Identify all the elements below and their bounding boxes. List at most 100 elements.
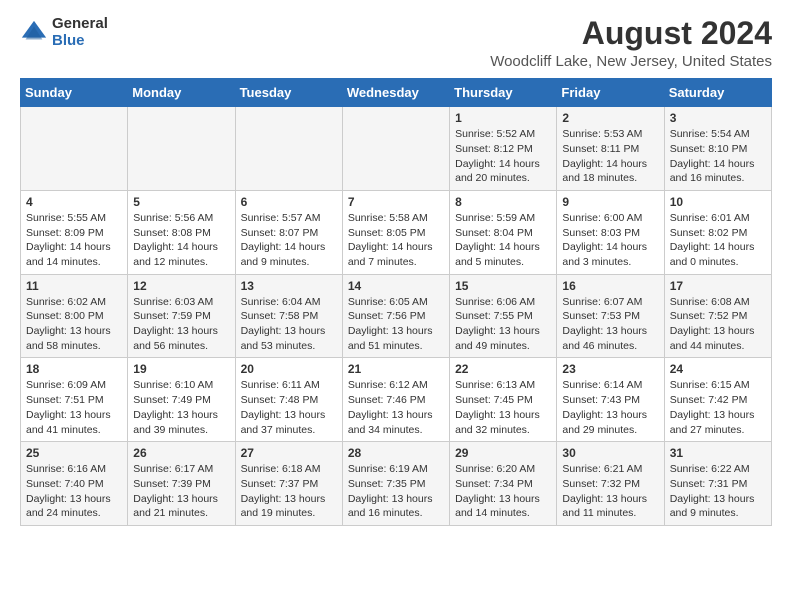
calendar-cell-2-6: 17Sunrise: 6:08 AM Sunset: 7:52 PM Dayli… xyxy=(664,274,771,358)
cell-content: Sunrise: 6:19 AM Sunset: 7:35 PM Dayligh… xyxy=(348,462,444,521)
calendar-cell-3-5: 23 Sunrise: 6:14 AM Sunset: 7:43 PM Dayli… xyxy=(557,358,664,442)
calendar-cell-1-5: 9Sunrise: 6:00 AM Sunset: 8:03 PM Daylig… xyxy=(557,190,664,274)
calendar-cell-0-3 xyxy=(342,107,449,191)
day-number: 20 xyxy=(241,362,337,376)
calendar-cell-0-4: 1 Sunrise: 5:52 AM Sunset: 8:12 PM Daylig… xyxy=(450,107,557,191)
day-number: 24 xyxy=(670,362,766,376)
day-number: 17 xyxy=(670,279,766,293)
cell-content: Sunrise: 5:57 AM Sunset: 8:07 PM Dayligh… xyxy=(241,211,337,270)
day-number: 15 xyxy=(455,279,551,293)
logo-icon xyxy=(20,19,48,47)
logo-text: General Blue xyxy=(52,16,108,49)
calendar-cell-0-2 xyxy=(235,107,342,191)
calendar-cell-0-1 xyxy=(128,107,235,191)
calendar-cell-3-4: 22 Sunrise: 6:13 AM Sunset: 7:45 PM Dayli… xyxy=(450,358,557,442)
cell-content: Sunrise: 6:09 AM Sunset: 7:51 PM Dayligh… xyxy=(26,378,122,437)
cell-content: Sunrise: 6:14 AM Sunset: 7:43 PM Dayligh… xyxy=(562,378,658,437)
cell-content: Sunrise: 5:55 AM Sunset: 8:09 PM Dayligh… xyxy=(26,211,122,270)
cell-content: Sunrise: 5:59 AM Sunset: 8:04 PM Dayligh… xyxy=(455,211,551,270)
calendar-cell-2-3: 14Sunrise: 6:05 AM Sunset: 7:56 PM Dayli… xyxy=(342,274,449,358)
calendar-cell-4-6: 31Sunrise: 6:22 AM Sunset: 7:31 PM Dayli… xyxy=(664,442,771,526)
calendar-cell-0-0 xyxy=(21,107,128,191)
cell-content: Sunrise: 6:03 AM Sunset: 7:59 PM Dayligh… xyxy=(133,295,229,354)
calendar-cell-1-0: 4 Sunrise: 5:55 AM Sunset: 8:09 PM Daylig… xyxy=(21,190,128,274)
calendar-cell-2-5: 16Sunrise: 6:07 AM Sunset: 7:53 PM Dayli… xyxy=(557,274,664,358)
cell-content: Sunrise: 6:11 AM Sunset: 7:48 PM Dayligh… xyxy=(241,378,337,437)
day-number: 12 xyxy=(133,279,229,293)
day-number: 21 xyxy=(348,362,444,376)
weekday-tuesday: Tuesday xyxy=(235,79,342,107)
day-number: 10 xyxy=(670,195,766,209)
calendar-cell-4-0: 25 Sunrise: 6:16 AM Sunset: 7:40 PM Dayli… xyxy=(21,442,128,526)
cell-content: Sunrise: 5:58 AM Sunset: 8:05 PM Dayligh… xyxy=(348,211,444,270)
weekday-monday: Monday xyxy=(128,79,235,107)
calendar-cell-0-6: 3 Sunrise: 5:54 AM Sunset: 8:10 PM Daylig… xyxy=(664,107,771,191)
calendar-cell-2-2: 13Sunrise: 6:04 AM Sunset: 7:58 PM Dayli… xyxy=(235,274,342,358)
logo-blue: Blue xyxy=(52,33,108,50)
cell-content: Sunrise: 6:15 AM Sunset: 7:42 PM Dayligh… xyxy=(670,378,766,437)
weekday-friday: Friday xyxy=(557,79,664,107)
cell-content: Sunrise: 6:20 AM Sunset: 7:34 PM Dayligh… xyxy=(455,462,551,521)
calendar-cell-4-1: 26 Sunrise: 6:17 AM Sunset: 7:39 PM Dayli… xyxy=(128,442,235,526)
calendar-table: SundayMondayTuesdayWednesdayThursdayFrid… xyxy=(20,78,772,526)
cell-content: Sunrise: 5:53 AM Sunset: 8:11 PM Dayligh… xyxy=(562,127,658,186)
day-number: 4 xyxy=(26,195,122,209)
day-number: 28 xyxy=(348,446,444,460)
weekday-wednesday: Wednesday xyxy=(342,79,449,107)
day-number: 13 xyxy=(241,279,337,293)
day-number: 26 xyxy=(133,446,229,460)
day-number: 1 xyxy=(455,111,551,125)
day-number: 23 xyxy=(562,362,658,376)
week-row-1: 1 Sunrise: 5:52 AM Sunset: 8:12 PM Daylig… xyxy=(21,107,772,191)
calendar-cell-4-5: 30 Sunrise: 6:21 AM Sunset: 7:32 PM Dayli… xyxy=(557,442,664,526)
cell-content: Sunrise: 6:07 AM Sunset: 7:53 PM Dayligh… xyxy=(562,295,658,354)
calendar-cell-1-2: 6 Sunrise: 5:57 AM Sunset: 8:07 PM Daylig… xyxy=(235,190,342,274)
calendar-cell-1-4: 8 Sunrise: 5:59 AM Sunset: 8:04 PM Daylig… xyxy=(450,190,557,274)
cell-content: Sunrise: 6:10 AM Sunset: 7:49 PM Dayligh… xyxy=(133,378,229,437)
day-number: 30 xyxy=(562,446,658,460)
calendar-header: SundayMondayTuesdayWednesdayThursdayFrid… xyxy=(21,79,772,107)
day-number: 7 xyxy=(348,195,444,209)
cell-content: Sunrise: 6:13 AM Sunset: 7:45 PM Dayligh… xyxy=(455,378,551,437)
cell-content: Sunrise: 6:02 AM Sunset: 8:00 PM Dayligh… xyxy=(26,295,122,354)
calendar-cell-4-3: 28 Sunrise: 6:19 AM Sunset: 7:35 PM Dayli… xyxy=(342,442,449,526)
weekday-sunday: Sunday xyxy=(21,79,128,107)
day-number: 18 xyxy=(26,362,122,376)
calendar-cell-1-3: 7 Sunrise: 5:58 AM Sunset: 8:05 PM Daylig… xyxy=(342,190,449,274)
week-row-3: 11 Sunrise: 6:02 AM Sunset: 8:00 PM Dayli… xyxy=(21,274,772,358)
day-number: 19 xyxy=(133,362,229,376)
calendar-cell-2-1: 12 Sunrise: 6:03 AM Sunset: 7:59 PM Dayli… xyxy=(128,274,235,358)
day-number: 6 xyxy=(241,195,337,209)
calendar-cell-3-6: 24 Sunrise: 6:15 AM Sunset: 7:42 PM Dayli… xyxy=(664,358,771,442)
day-number: 25 xyxy=(26,446,122,460)
day-number: 11 xyxy=(26,279,122,293)
cell-content: Sunrise: 5:56 AM Sunset: 8:08 PM Dayligh… xyxy=(133,211,229,270)
week-row-2: 4 Sunrise: 5:55 AM Sunset: 8:09 PM Daylig… xyxy=(21,190,772,274)
calendar-cell-3-1: 19 Sunrise: 6:10 AM Sunset: 7:49 PM Dayli… xyxy=(128,358,235,442)
calendar-body: 1 Sunrise: 5:52 AM Sunset: 8:12 PM Daylig… xyxy=(21,107,772,526)
cell-content: Sunrise: 6:16 AM Sunset: 7:40 PM Dayligh… xyxy=(26,462,122,521)
day-number: 22 xyxy=(455,362,551,376)
cell-content: Sunrise: 6:21 AM Sunset: 7:32 PM Dayligh… xyxy=(562,462,658,521)
day-number: 29 xyxy=(455,446,551,460)
page-header: General Blue August 2024 Woodcliff Lake,… xyxy=(20,16,772,70)
day-number: 2 xyxy=(562,111,658,125)
week-row-5: 25 Sunrise: 6:16 AM Sunset: 7:40 PM Dayli… xyxy=(21,442,772,526)
cell-content: Sunrise: 6:18 AM Sunset: 7:37 PM Dayligh… xyxy=(241,462,337,521)
day-number: 8 xyxy=(455,195,551,209)
day-number: 27 xyxy=(241,446,337,460)
day-number: 14 xyxy=(348,279,444,293)
calendar-cell-0-5: 2 Sunrise: 5:53 AM Sunset: 8:11 PM Daylig… xyxy=(557,107,664,191)
cell-content: Sunrise: 6:17 AM Sunset: 7:39 PM Dayligh… xyxy=(133,462,229,521)
title-block: August 2024 Woodcliff Lake, New Jersey, … xyxy=(490,16,772,70)
weekday-saturday: Saturday xyxy=(664,79,771,107)
calendar-cell-3-0: 18 Sunrise: 6:09 AM Sunset: 7:51 PM Dayli… xyxy=(21,358,128,442)
day-number: 3 xyxy=(670,111,766,125)
calendar-cell-4-2: 27 Sunrise: 6:18 AM Sunset: 7:37 PM Dayli… xyxy=(235,442,342,526)
cell-content: Sunrise: 5:52 AM Sunset: 8:12 PM Dayligh… xyxy=(455,127,551,186)
cell-content: Sunrise: 6:06 AM Sunset: 7:55 PM Dayligh… xyxy=(455,295,551,354)
weekday-row: SundayMondayTuesdayWednesdayThursdayFrid… xyxy=(21,79,772,107)
cell-content: Sunrise: 5:54 AM Sunset: 8:10 PM Dayligh… xyxy=(670,127,766,186)
day-number: 31 xyxy=(670,446,766,460)
cell-content: Sunrise: 6:01 AM Sunset: 8:02 PM Dayligh… xyxy=(670,211,766,270)
